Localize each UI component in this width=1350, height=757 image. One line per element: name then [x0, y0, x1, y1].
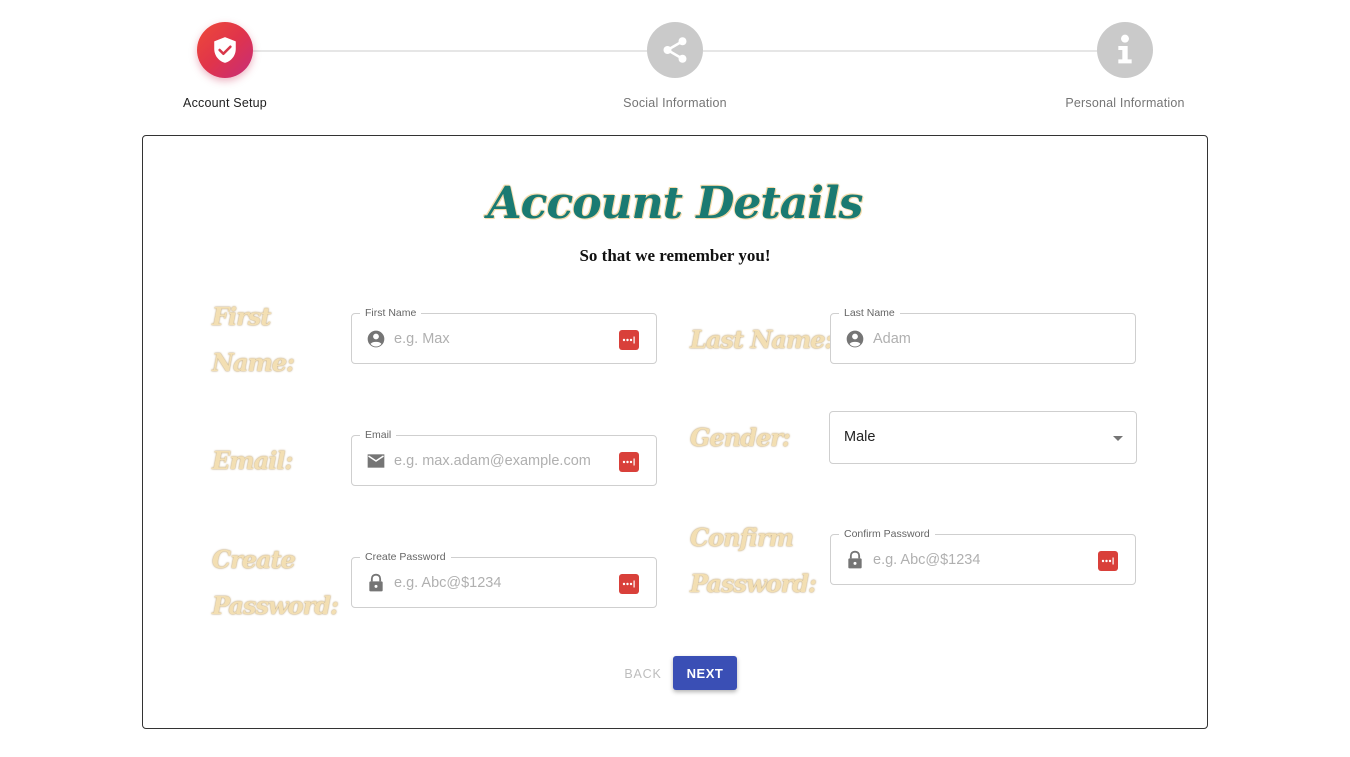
gender-selected-value: Male: [844, 429, 876, 445]
page-subtitle: So that we remember you!: [579, 246, 771, 265]
last-name-input[interactable]: [873, 324, 1083, 354]
first-name-label-line1: First: [212, 302, 271, 331]
create-password-label-line1: Create: [212, 545, 296, 574]
password-dots-icon: [622, 458, 635, 466]
last-name-legend: Last Name: [839, 306, 900, 320]
shield-check-icon: [214, 37, 236, 63]
first-name-input[interactable]: [394, 324, 604, 354]
confirm-password-label-line2: Password:: [690, 569, 817, 598]
first-name-label-line2: Name:: [212, 348, 295, 377]
first-name-field[interactable]: First Name: [351, 306, 657, 364]
password-dots-icon: [622, 580, 635, 588]
step-label: Account Setup: [183, 96, 267, 110]
create-password-label-line2: Password:: [212, 591, 339, 620]
email-input[interactable]: [394, 446, 604, 476]
gender-select[interactable]: Male: [829, 411, 1137, 464]
step-label: Social Information: [623, 96, 727, 110]
lock-icon: [848, 550, 862, 569]
last-name-label: Last Name:: [690, 325, 833, 354]
last-name-field[interactable]: Last Name: [830, 306, 1136, 364]
password-manager-button[interactable]: [619, 574, 639, 594]
step-circle: [1097, 22, 1153, 78]
account-circle-icon: [846, 330, 864, 348]
lock-icon: [369, 573, 383, 592]
create-password-legend: Create Password: [360, 550, 451, 564]
confirm-password-input[interactable]: [873, 545, 1083, 575]
step-social-information[interactable]: Social Information: [575, 22, 775, 110]
confirm-password-label-line1: Confirm: [690, 523, 794, 552]
create-password-label: Create Password:: [212, 537, 339, 629]
password-manager-button[interactable]: [619, 330, 639, 350]
next-button[interactable]: NEXT: [673, 656, 737, 690]
info-icon: [1118, 34, 1132, 64]
password-dots-icon: [1101, 557, 1114, 565]
step-label: Personal Information: [1065, 96, 1185, 110]
confirm-password-legend: Confirm Password: [839, 527, 935, 541]
first-name-legend: First Name: [360, 306, 422, 320]
back-button[interactable]: BACK: [617, 658, 669, 690]
password-manager-button[interactable]: [619, 452, 639, 472]
first-name-label: First Name:: [212, 294, 295, 386]
password-dots-icon: [622, 336, 635, 344]
step-account-setup[interactable]: Account Setup: [125, 22, 325, 110]
email-field[interactable]: Email: [351, 428, 657, 486]
email-label: Email:: [212, 446, 293, 475]
confirm-password-label: Confirm Password:: [690, 515, 817, 607]
gender-label: Gender:: [690, 423, 791, 452]
password-manager-button[interactable]: [1098, 551, 1118, 571]
email-legend: Email: [360, 428, 397, 442]
step-circle: [197, 22, 253, 78]
create-password-input[interactable]: [394, 568, 604, 598]
confirm-password-field[interactable]: Confirm Password: [830, 527, 1136, 585]
page-title: Account Details: [487, 178, 864, 229]
stepper: Account Setup Social Information Persona…: [0, 0, 1350, 120]
share-icon: [663, 37, 687, 63]
mail-icon: [367, 454, 385, 468]
account-circle-icon: [367, 330, 385, 348]
create-password-field[interactable]: Create Password: [351, 550, 657, 608]
chevron-down-icon: [1113, 436, 1123, 441]
step-circle: [647, 22, 703, 78]
step-personal-information[interactable]: Personal Information: [1025, 22, 1225, 110]
